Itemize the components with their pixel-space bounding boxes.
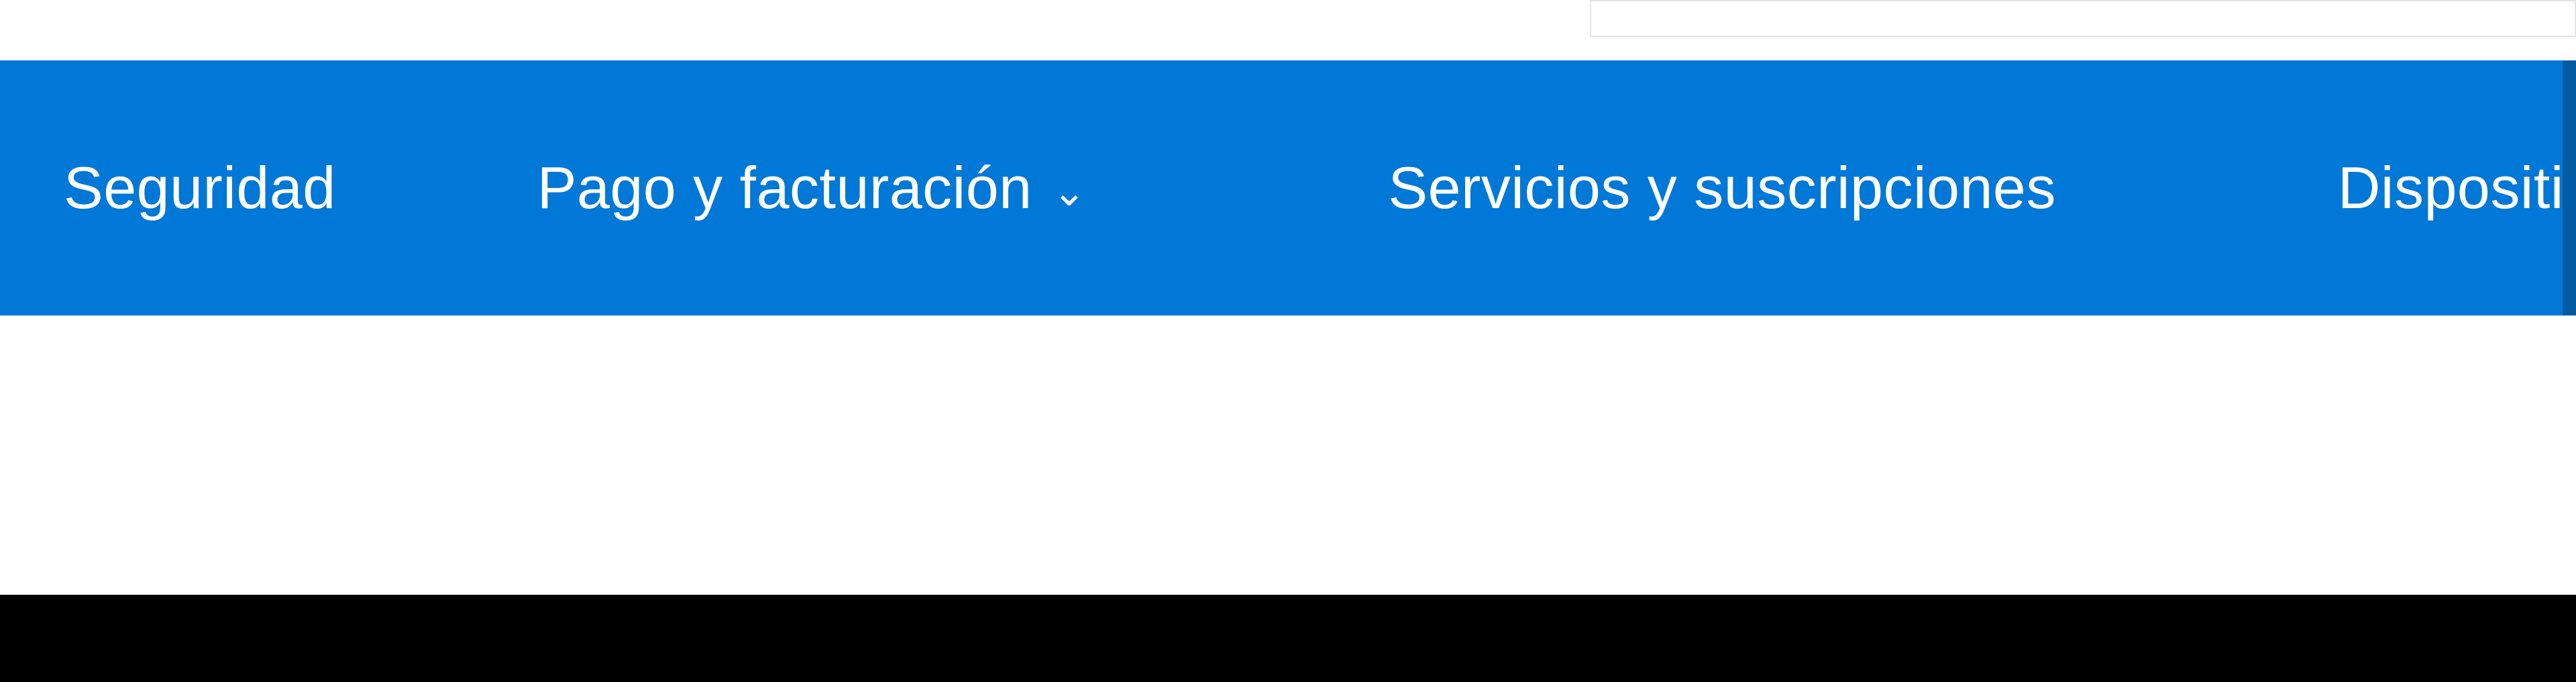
nav-item-servicios-suscripciones[interactable]: Servicios y suscripciones — [1388, 60, 2056, 315]
nav-label-seguridad: Seguridad — [64, 154, 336, 222]
chevron-down-icon: ⌄ — [1053, 172, 1087, 212]
nav-label-pago: Pago y facturación — [537, 154, 1032, 222]
nav-item-seguridad[interactable]: Seguridad — [64, 60, 336, 315]
nav-edge-shadow — [2563, 60, 2576, 315]
top-input-outline[interactable] — [1590, 0, 2576, 37]
nav-label-dispositivos: Dispositivos — [2338, 154, 2576, 222]
nav-item-dispositivos[interactable]: Dispositivos — [2338, 60, 2576, 315]
nav-item-pago-facturacion[interactable]: Pago y facturación ⌄ — [537, 60, 1087, 315]
account-nav-bar: Seguridad Pago y facturación ⌄ Servicios… — [0, 60, 2576, 315]
letterbox-bottom — [0, 595, 2576, 682]
nav-label-servicios: Servicios y suscripciones — [1388, 154, 2056, 222]
